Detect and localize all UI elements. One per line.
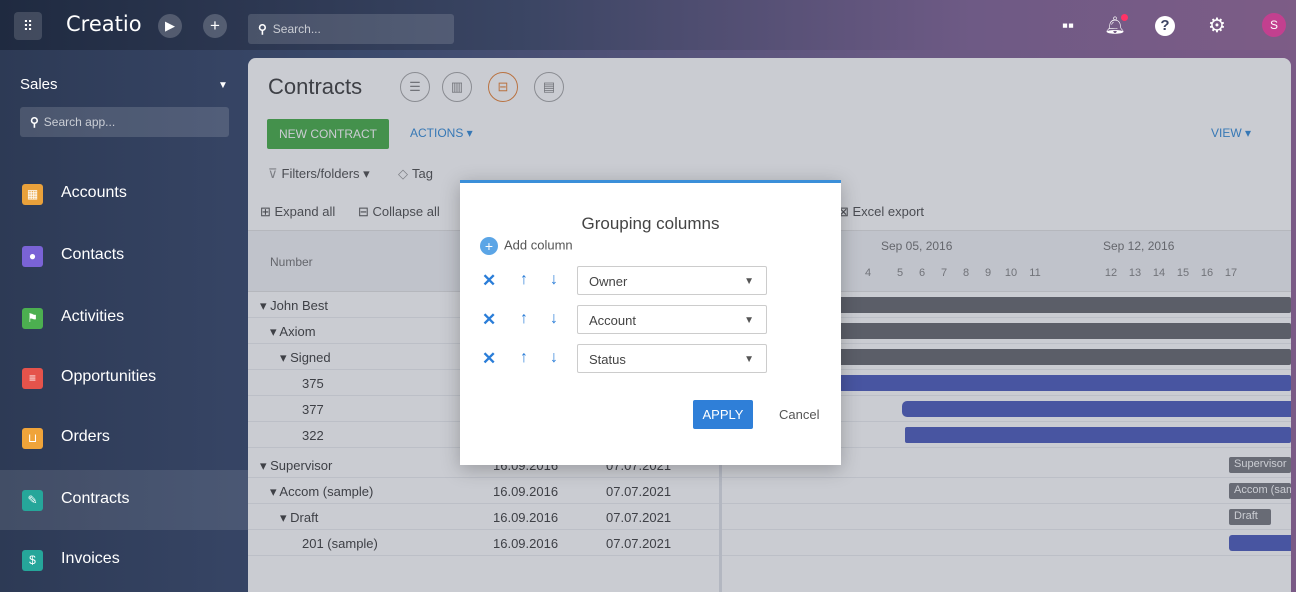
grouping-column-select[interactable]: Account ▼ [577, 305, 767, 334]
contacts-person-icon: ● [22, 246, 43, 267]
help-icon[interactable]: ? [1155, 16, 1175, 36]
sidebar-item-accounts[interactable]: ▦ Accounts [0, 164, 248, 224]
chevron-down-icon: ▼ [744, 354, 754, 365]
sidebar: Sales ▼ ⚲ Search app... ▦ Accounts ● Cont… [0, 50, 248, 592]
grouping-column-select[interactable]: Owner ▼ [577, 266, 767, 295]
cancel-button[interactable]: Cancel [779, 407, 819, 422]
user-avatar[interactable]: S [1262, 13, 1286, 37]
sidebar-item-activities[interactable]: ⚑ Activities [0, 288, 248, 348]
chevron-down-icon: ▼ [744, 276, 754, 287]
chevron-down-icon[interactable]: ▼ [218, 80, 228, 91]
creatio-logo[interactable]: Creatio [66, 12, 142, 36]
sidebar-item-invoices[interactable]: $ Invoices [0, 530, 248, 590]
grouping-row: ✕ ↑ ↓ Status ▼ [480, 344, 830, 374]
invoices-coins-icon: $ [22, 550, 43, 571]
dialog-title: Grouping columns [581, 214, 720, 233]
apply-button[interactable]: APPLY [693, 400, 753, 429]
grouping-row: ✕ ↑ ↓ Account ▼ [480, 305, 830, 335]
arrow-up-icon[interactable]: ↑ [520, 310, 528, 328]
apps-grid-icon[interactable]: ⠿ [14, 12, 42, 40]
add-icon: + [480, 237, 498, 255]
remove-icon[interactable]: ✕ [482, 271, 496, 291]
search-icon: ⚲ [30, 115, 39, 129]
orders-cart-icon: ⊔ [22, 428, 43, 449]
remove-icon[interactable]: ✕ [482, 310, 496, 330]
arrow-down-icon[interactable]: ↓ [550, 271, 558, 289]
workspace-selector[interactable]: Sales [20, 76, 58, 93]
opportunities-funnel-icon: ≡ [22, 368, 43, 389]
search-icon: ⚲ [258, 22, 267, 36]
sidebar-item-contracts[interactable]: ✎ Contracts [0, 470, 248, 530]
top-bar: ⠿ Creatio ▶ + ⚲ Search... ▪▪ 🔔︎ ? ⚙ S [0, 0, 1296, 50]
sidebar-item-orders[interactable]: ⊔ Orders [0, 408, 248, 468]
arrow-down-icon[interactable]: ↓ [550, 310, 558, 328]
sidebar-item-opportunities[interactable]: ≡ Opportunities [0, 348, 248, 408]
global-search-input[interactable]: ⚲ Search... [248, 14, 454, 44]
arrow-up-icon[interactable]: ↑ [520, 271, 528, 289]
settings-gear-icon[interactable]: ⚙ [1205, 14, 1229, 38]
grouping-columns-dialog: Grouping columns + Add column ✕ ↑ ↓ Owner… [460, 180, 841, 465]
notification-badge [1121, 14, 1128, 21]
chevron-down-icon: ▼ [744, 315, 754, 326]
arrow-up-icon[interactable]: ↑ [520, 349, 528, 367]
sidebar-item-contacts[interactable]: ● Contacts [0, 226, 248, 286]
accounts-building-icon: ▦ [22, 184, 43, 205]
play-icon[interactable]: ▶ [158, 14, 182, 38]
grouping-row: ✕ ↑ ↓ Owner ▼ [480, 266, 830, 296]
add-column-button[interactable]: + Add column [480, 237, 573, 255]
contracts-document-icon: ✎ [22, 490, 43, 511]
arrow-down-icon[interactable]: ↓ [550, 349, 558, 367]
app-hub-icon[interactable]: ▪▪ [1056, 14, 1080, 38]
app-search-input[interactable]: ⚲ Search app... [20, 107, 229, 137]
grouping-column-select[interactable]: Status ▼ [577, 344, 767, 373]
remove-icon[interactable]: ✕ [482, 349, 496, 369]
notifications-bell-icon[interactable]: 🔔︎ [1103, 14, 1128, 38]
add-icon[interactable]: + [203, 14, 227, 38]
activities-flag-icon: ⚑ [22, 308, 43, 329]
